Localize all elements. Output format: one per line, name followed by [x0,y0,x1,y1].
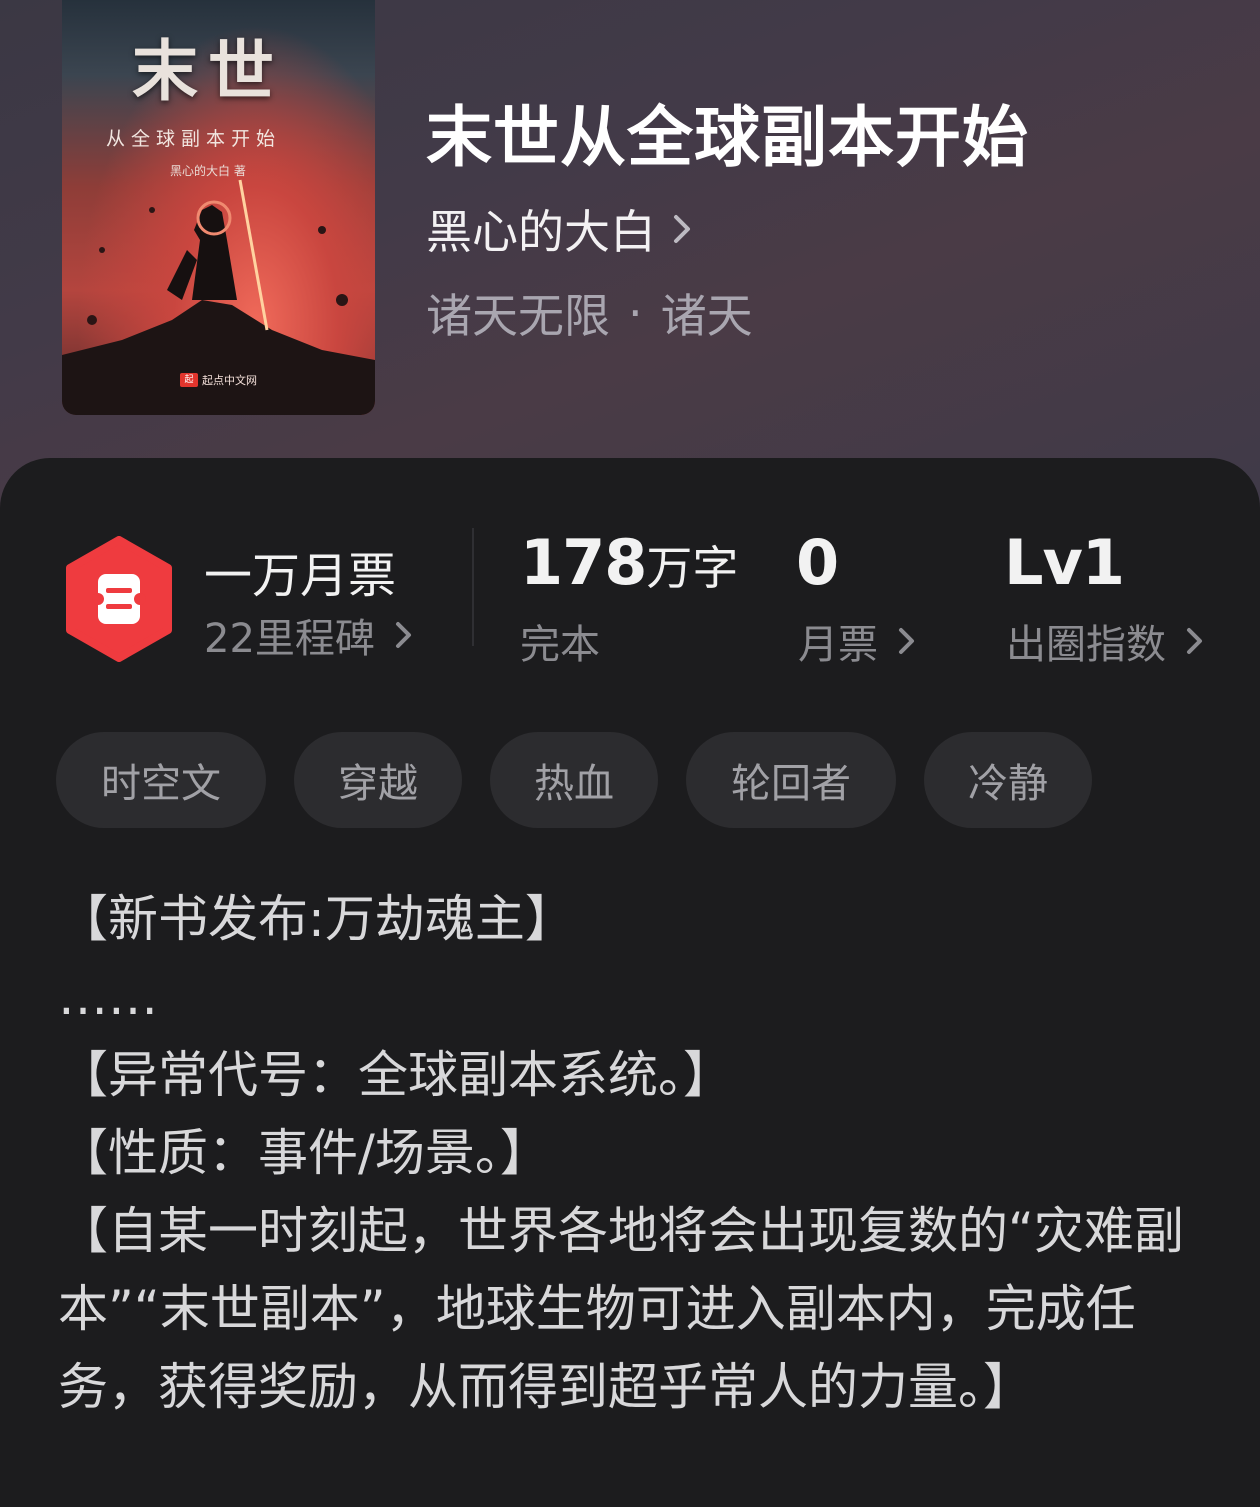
level-value: Lv1 [1004,526,1125,599]
description-line: 【性质：事件/场景。】 [58,1124,550,1182]
word-count: 178万字 [520,526,738,599]
tag-list: 时空文 穿越 热血 轮回者 冷静 [56,732,1092,828]
chevron-right-icon [1187,628,1202,654]
monthly-votes: 0 [796,526,839,599]
book-header: 末世 从全球副本开始 黑心的大白 著 起 起点中文网 末世从全球副本开始 黑心的… [0,0,1260,520]
genre-separator: · [628,286,643,340]
author-name: 黑心的大白 [426,205,656,259]
cover-title: 末世 [132,32,284,110]
genre-main[interactable]: 诸天无限 [426,280,610,346]
level: Lv1 [1004,526,1125,599]
chevron-right-icon [395,622,411,648]
tickets-title: 一万月票 [204,548,397,604]
stats-divider [472,528,474,646]
publisher-name: 起点中文网 [202,374,257,387]
milestones-link[interactable]: 22里程碑 [204,606,415,664]
word-count-value: 178 [520,526,647,599]
monthly-ticket-badge-icon [66,536,172,662]
genre-sub[interactable]: 诸天 [661,280,753,346]
book-description[interactable]: 【新书发布:万劫魂主】 …… 【异常代号：全球副本系统。】 【性质：事件/场景。… [58,880,1208,1426]
genre-line: 诸天无限 · 诸天 [426,280,753,346]
monthly-votes-link[interactable]: 月票 [798,612,918,670]
status-text: 完本 [520,622,600,668]
publisher-logo-icon: 起 [180,373,198,387]
tag-chip[interactable]: 穿越 [294,732,462,828]
milestones-label: 22里程碑 [204,616,375,662]
cover-author: 黑心的大白 著 [170,164,246,178]
word-count-unit: 万字 [646,541,739,595]
description-line: 【自某一时刻起，世界各地将会出现复数的“灾难副本”“末世副本”，地球生物可进入副… [58,1202,1184,1416]
status-label: 完本 [520,612,600,670]
book-title: 末世从全球副本开始 [426,99,1029,176]
description-line: …… [58,968,158,1026]
description-line: 【异常代号：全球副本系统。】 [58,1046,733,1104]
level-link[interactable]: 出圈指数 [1006,612,1206,670]
monthly-votes-value: 0 [796,526,839,599]
level-label: 出圈指数 [1006,622,1166,668]
tag-chip[interactable]: 冷静 [924,732,1092,828]
chevron-right-icon [899,628,914,654]
tag-chip[interactable]: 热血 [490,732,658,828]
monthly-votes-label: 月票 [798,622,878,668]
author-link[interactable]: 黑心的大白 [426,196,696,262]
cover-publisher: 起 起点中文网 [180,372,257,388]
tag-chip[interactable]: 轮回者 [686,732,896,828]
book-cover[interactable]: 末世 从全球副本开始 黑心的大白 著 起 起点中文网 [62,0,375,415]
description-line: 【新书发布:万劫魂主】 [58,890,575,948]
cover-subtitle: 从全球副本开始 [106,128,282,150]
tag-chip[interactable]: 时空文 [56,732,266,828]
chevron-right-icon [674,215,690,243]
